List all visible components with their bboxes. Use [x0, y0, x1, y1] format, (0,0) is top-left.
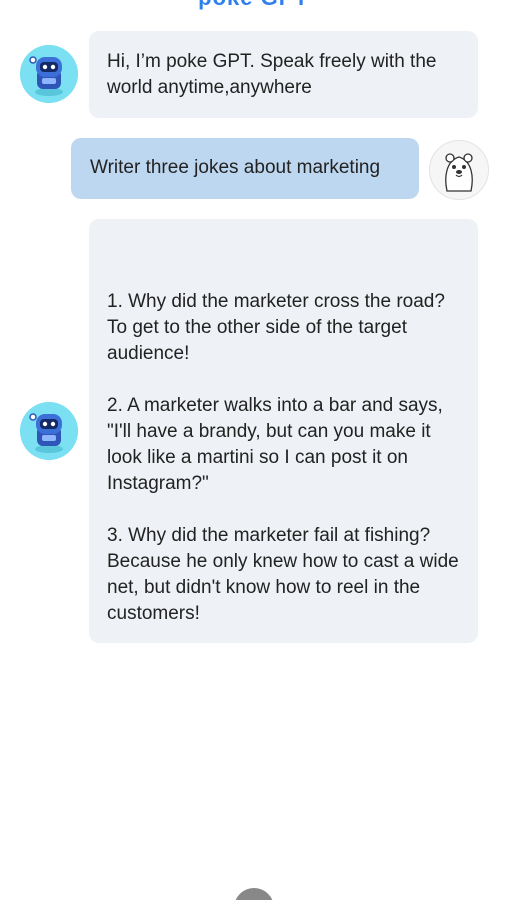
bot-avatar	[20, 45, 78, 103]
bot-message-text: 1. Why did the marketer cross the road? …	[107, 291, 459, 624]
user-icon[interactable]	[234, 888, 274, 900]
user-avatar	[429, 140, 489, 200]
user-message-bubble: Writer three jokes about marketing	[71, 138, 419, 199]
robot-avatar-icon	[20, 45, 78, 103]
robot-avatar-icon	[20, 402, 78, 460]
gopher-avatar-icon	[430, 141, 488, 199]
bot-message-text: Hi, I’m poke GPT. Speak freely with the …	[107, 51, 442, 98]
bot-message-bubble: Hi, I’m poke GPT. Speak freely with the …	[89, 31, 478, 118]
bot-message-bubble: 1. Why did the marketer cross the road? …	[89, 219, 478, 643]
chat-screen: poke GPT Hi, I’m poke GPT. Speak freely …	[0, 0, 507, 900]
user-message-text: Writer three jokes about marketing	[90, 157, 381, 178]
bot-avatar	[20, 402, 78, 460]
app-title: poke GPT	[0, 0, 507, 11]
